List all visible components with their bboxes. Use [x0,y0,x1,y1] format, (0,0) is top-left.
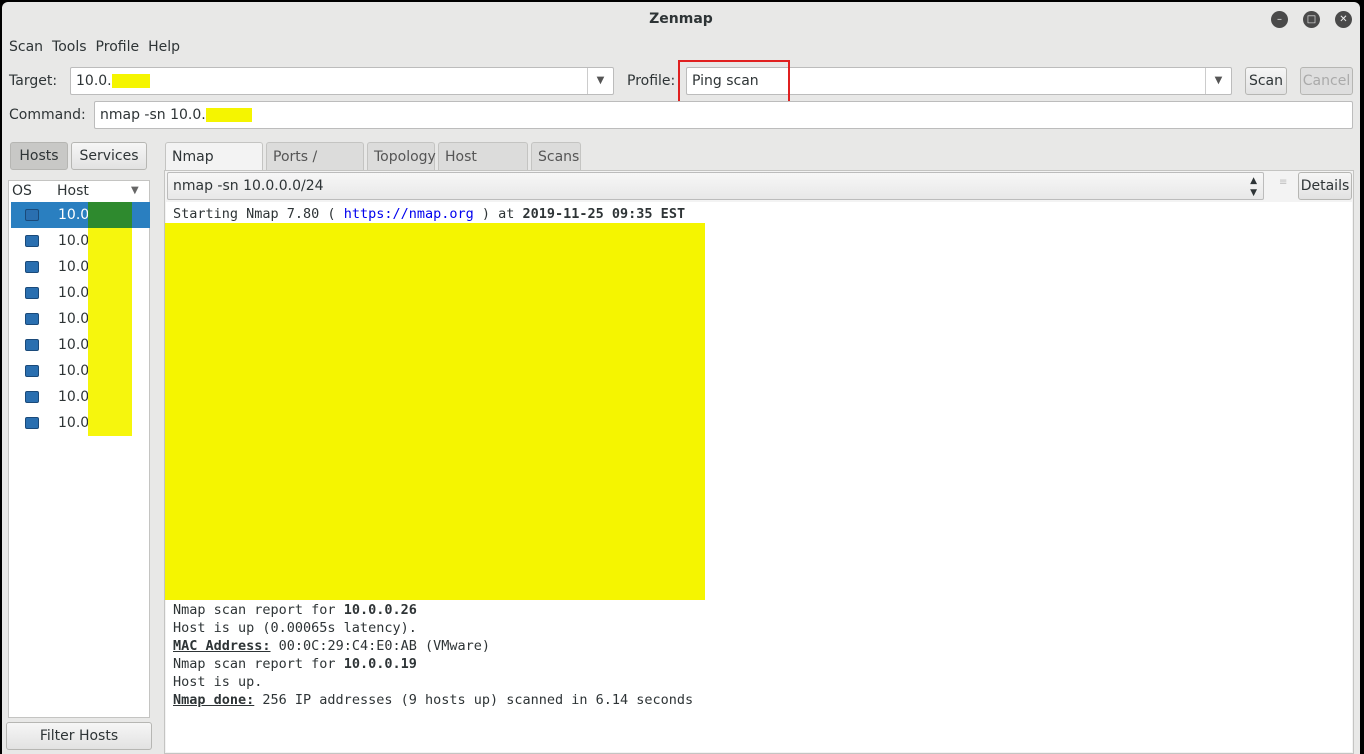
menubar: Scan Tools Profile Help [9,39,189,55]
menu-scan[interactable]: Scan [9,39,43,55]
computer-icon [25,313,39,325]
target-label: Target: [9,73,58,89]
host-ip: 10.0 [58,415,90,431]
output-line: MAC Address: 00:0C:29:C4:E0:AB (VMware) [173,638,490,654]
output-line: Host is up (0.00065s latency). [173,620,417,636]
computer-icon [25,417,39,429]
host-ip: 10.0 [58,259,90,275]
tab-ports-hosts[interactable]: Ports / Hosts [266,142,364,193]
spinner-icon: ▲ ▼ [1250,176,1257,198]
chevron-down-icon[interactable]: ▼ [1205,68,1231,94]
window-title: Zenmap [649,11,713,27]
target-input[interactable]: 10.0. ▼ [70,67,614,95]
hosts-tab[interactable]: Hosts [10,142,68,170]
computer-icon [25,287,39,299]
host-ip: 10.0 [58,311,90,327]
target-value: 10.0. [76,73,112,89]
drag-handle-icon[interactable]: ≡ [1279,177,1287,188]
menu-help[interactable]: Help [148,39,180,55]
host-ip: 10.0 [58,363,90,379]
host-ip: 10.0 [58,285,90,301]
host-column-header[interactable]: Host [57,183,89,199]
menu-tools[interactable]: Tools [52,39,87,55]
output-line: Host is up. [173,674,263,690]
scan-select[interactable]: nmap -sn 10.0.0.0/24 ▲ ▼ [167,172,1264,200]
minimize-button[interactable]: – [1271,11,1288,28]
host-ip: 10.0 [58,337,90,353]
profile-label: Profile: [627,73,676,89]
computer-icon [25,261,39,273]
cancel-button[interactable]: Cancel [1300,67,1353,95]
redacted-output [165,223,705,600]
zenmap-window: Zenmap – □ ✕ Scan Tools Profile Help Target… [2,2,1360,754]
chevron-down-icon[interactable]: ▼ [587,68,613,94]
output-line: Nmap scan report for 10.0.0.26 [173,602,417,618]
redaction [88,202,132,436]
sort-arrow-icon[interactable]: ▼ [131,185,139,196]
services-tab[interactable]: Services [71,142,147,170]
command-label: Command: [9,107,86,123]
tab-scans[interactable]: Scans [531,142,581,170]
close-button[interactable]: ✕ [1335,11,1352,28]
tab-topology[interactable]: Topology [367,142,436,170]
host-ip: 10.0 [58,207,90,223]
computer-icon [25,391,39,403]
command-input[interactable]: nmap -sn 10.0. [94,101,1353,129]
details-button[interactable]: Details [1298,172,1352,200]
command-value: nmap -sn 10.0. [100,107,206,123]
computer-icon [25,209,39,221]
tab-nmap-output[interactable]: Nmap Output [165,142,263,193]
scan-button[interactable]: Scan [1245,67,1287,95]
nmap-link[interactable]: https://nmap.org [344,206,474,222]
redaction-selected [88,202,132,228]
filter-hosts-button[interactable]: Filter Hosts [6,722,152,750]
menu-profile[interactable]: Profile [96,39,140,55]
host-ip: 10.0 [58,233,90,249]
output-line: Nmap done: 256 IP addresses (9 hosts up)… [173,692,694,708]
annotation-box [678,60,790,104]
scan-select-value: nmap -sn 10.0.0.0/24 [173,178,324,194]
output-line: Nmap scan report for 10.0.0.19 [173,656,417,672]
host-ip: 10.0 [58,389,90,405]
output-start-line: Starting Nmap 7.80 ( https://nmap.org ) … [173,206,686,222]
computer-icon [25,339,39,351]
os-column-header[interactable]: OS [12,183,32,199]
tab-host-details[interactable]: Host Details [438,142,528,193]
computer-icon [25,365,39,377]
computer-icon [25,235,39,247]
maximize-button[interactable]: □ [1303,11,1320,28]
